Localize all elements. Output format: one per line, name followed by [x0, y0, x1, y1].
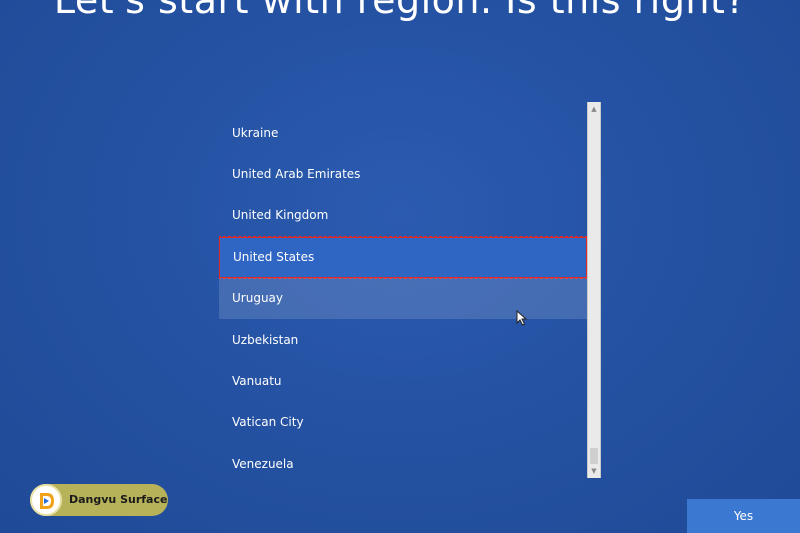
list-item[interactable]: Vanuatu — [219, 361, 587, 402]
dangvu-logo-icon — [30, 484, 62, 516]
scroll-thumb[interactable] — [590, 448, 598, 464]
list-item[interactable]: United Arab Emirates — [219, 154, 587, 195]
watermark-text: Dangvu Surface — [69, 493, 168, 506]
list-item[interactable]: Venezuela — [219, 444, 587, 485]
list-item[interactable]: Vatican City — [219, 402, 587, 443]
list-scrollbar[interactable]: ▲ ▼ — [587, 102, 601, 478]
watermark-badge: Dangvu Surface — [30, 484, 168, 516]
chevron-down-icon[interactable]: ▼ — [588, 465, 600, 477]
region-list[interactable]: Ukraine United Arab Emirates United King… — [219, 113, 587, 486]
list-item-selected[interactable]: United States — [219, 236, 587, 279]
chevron-up-icon[interactable]: ▲ — [588, 103, 600, 115]
mouse-pointer-icon — [516, 309, 528, 326]
page-title: Let's start with region. Is this right? — [53, 0, 747, 22]
yes-button[interactable]: Yes — [687, 499, 800, 533]
list-item-hover[interactable]: Uruguay — [219, 278, 587, 319]
list-item[interactable]: Uzbekistan — [219, 320, 587, 361]
list-item[interactable]: Ukraine — [219, 113, 587, 154]
list-item[interactable]: United Kingdom — [219, 195, 587, 236]
